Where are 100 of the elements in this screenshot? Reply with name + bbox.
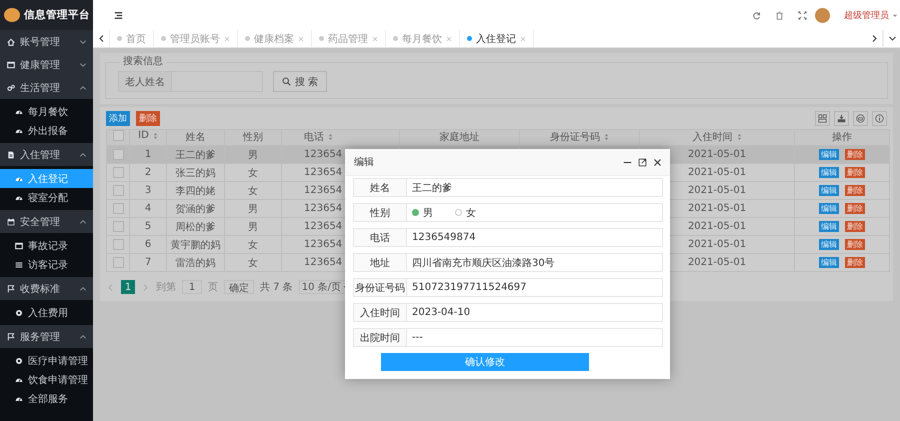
toolbar-button[interactable] bbox=[853, 110, 868, 126]
sidebar-item[interactable]: 全部服务 bbox=[0, 389, 93, 408]
row-checkbox[interactable] bbox=[112, 166, 124, 178]
gauge-icon bbox=[15, 394, 23, 402]
total-count: 共 7 条 bbox=[260, 280, 293, 294]
delete-button[interactable]: 删除 bbox=[136, 110, 160, 126]
toolbar-button[interactable] bbox=[872, 110, 887, 126]
radio-option[interactable]: 男 bbox=[412, 206, 433, 220]
table-cell: 5 bbox=[144, 221, 152, 232]
row-checkbox[interactable] bbox=[112, 148, 124, 160]
edit-button[interactable]: 编辑 bbox=[819, 167, 839, 178]
tab[interactable]: 每月餐饮 bbox=[386, 30, 460, 47]
tab[interactable]: 入住登记 bbox=[460, 30, 534, 47]
chevron-icon bbox=[79, 38, 87, 46]
page-input[interactable]: 1 bbox=[182, 280, 202, 294]
refresh-icon[interactable] bbox=[752, 10, 761, 20]
sidebar-group[interactable]: 服务管理 bbox=[0, 325, 93, 348]
delete-button[interactable]: 删除 bbox=[845, 257, 865, 268]
sidebar-group[interactable]: 账号管理 bbox=[0, 30, 93, 53]
edit-button[interactable]: 编辑 bbox=[819, 185, 839, 196]
chevron-icon bbox=[79, 60, 87, 68]
form-input[interactable]: 2023-04-10 bbox=[407, 303, 663, 322]
edit-button[interactable]: 编辑 bbox=[819, 239, 839, 250]
toolbar-button[interactable] bbox=[834, 110, 849, 126]
delete-button[interactable]: 删除 bbox=[845, 167, 865, 178]
row-checkbox[interactable] bbox=[112, 256, 124, 268]
sidebar-item[interactable]: 外出报备 bbox=[0, 121, 93, 140]
status-dot bbox=[117, 36, 122, 41]
select-all-checkbox[interactable] bbox=[112, 130, 124, 141]
table-cell: 张三的妈 bbox=[176, 168, 216, 178]
table-cell: 123654 bbox=[304, 167, 342, 178]
maximize-icon[interactable] bbox=[638, 158, 647, 166]
form-input[interactable]: 王二的爹 bbox=[407, 178, 663, 197]
tab[interactable]: 药品管理 bbox=[312, 30, 386, 47]
edit-button[interactable]: 编辑 bbox=[819, 203, 839, 214]
sidebar-item[interactable]: 寝室分配 bbox=[0, 188, 93, 207]
row-checkbox[interactable] bbox=[112, 202, 124, 214]
toolbar-button[interactable] bbox=[815, 110, 830, 126]
user-menu[interactable]: 超级管理员 bbox=[844, 8, 898, 22]
form-label: 出院时间 bbox=[353, 328, 407, 347]
radio-option[interactable]: 女 bbox=[455, 206, 476, 220]
table-cell: 123654 bbox=[304, 149, 342, 160]
row-checkbox[interactable] bbox=[112, 220, 124, 232]
sidebar-group[interactable]: 生活管理 bbox=[0, 76, 93, 99]
columns-icon bbox=[818, 114, 827, 122]
name-search-field[interactable]: 老人姓名 bbox=[118, 71, 263, 92]
tab[interactable]: 首页 bbox=[110, 30, 154, 47]
table-cell: 1 bbox=[144, 149, 152, 160]
table-cell: 2021-05-01 bbox=[688, 149, 746, 160]
sidebar-group[interactable]: 安全管理 bbox=[0, 210, 93, 233]
sort-icon bbox=[604, 133, 609, 141]
table-cell: 2021-05-01 bbox=[688, 257, 746, 268]
sidebar-item[interactable]: 每月餐饮 bbox=[0, 102, 93, 121]
sidebar-group[interactable]: 健康管理 bbox=[0, 53, 93, 76]
delete-button[interactable]: 删除 bbox=[845, 149, 865, 160]
delete-button[interactable]: 删除 bbox=[845, 203, 865, 214]
column-header[interactable]: 操作 bbox=[832, 130, 852, 144]
form-input[interactable]: --- bbox=[407, 328, 663, 347]
chevron-left-icon bbox=[96, 34, 106, 43]
edit-button[interactable]: 编辑 bbox=[819, 221, 839, 232]
table-cell: 2021-05-01 bbox=[688, 203, 746, 214]
sidebar-group[interactable]: 收费标准 bbox=[0, 277, 93, 300]
trash-icon[interactable] bbox=[775, 10, 784, 20]
search-button[interactable]: 搜 索 bbox=[273, 71, 328, 92]
chevron-icon bbox=[79, 218, 87, 226]
sidebar-item[interactable]: 入住登记 bbox=[0, 169, 93, 188]
row-checkbox[interactable] bbox=[112, 238, 124, 250]
edit-button[interactable]: 编辑 bbox=[819, 149, 839, 160]
delete-button[interactable]: 删除 bbox=[845, 185, 865, 196]
sidebar-item[interactable]: 饮食申请管理 bbox=[0, 370, 93, 389]
sidebar-group-label: 安全管理 bbox=[20, 216, 61, 228]
edit-button[interactable]: 编辑 bbox=[819, 257, 839, 268]
sidebar-item[interactable]: 医疗申请管理 bbox=[0, 351, 93, 370]
fullscreen-icon[interactable] bbox=[798, 10, 807, 20]
delete-button[interactable]: 删除 bbox=[845, 221, 865, 232]
disc-icon bbox=[15, 356, 23, 364]
confirm-button[interactable]: 确认修改 bbox=[381, 353, 589, 371]
chevron-icon bbox=[79, 332, 87, 340]
menu-icon[interactable] bbox=[113, 10, 124, 20]
add-button[interactable]: 添加 bbox=[106, 110, 130, 126]
avatar[interactable] bbox=[815, 8, 830, 22]
confirm-button[interactable]: 确定 bbox=[224, 280, 254, 294]
table-cell: 李四的姥 bbox=[176, 186, 216, 196]
form-input[interactable]: 四川省南充市顺庆区油漆路30号 bbox=[407, 253, 663, 272]
sidebar-item[interactable]: 访客记录 bbox=[0, 255, 93, 274]
delete-button[interactable]: 删除 bbox=[845, 239, 865, 250]
sidebar-item[interactable]: 入住费用 bbox=[0, 303, 93, 322]
sidebar-item[interactable]: 事故记录 bbox=[0, 236, 93, 255]
form-label: 地址 bbox=[353, 253, 407, 272]
sidebar-group[interactable]: 入住管理 bbox=[0, 143, 93, 166]
tab[interactable]: 健康档案 bbox=[238, 30, 312, 47]
form-input[interactable]: 510723197711524697 bbox=[407, 278, 663, 297]
tab[interactable]: 管理员账号 bbox=[154, 30, 238, 47]
row-checkbox[interactable] bbox=[112, 184, 124, 196]
sidebar-group-label: 入住管理 bbox=[20, 148, 61, 162]
close-icon[interactable] bbox=[653, 158, 662, 166]
page-button[interactable]: 1 bbox=[121, 280, 135, 294]
table-cell: 2021-05-01 bbox=[688, 167, 746, 178]
logo-icon bbox=[4, 8, 20, 22]
form-input[interactable]: 1236549874 bbox=[407, 228, 663, 247]
